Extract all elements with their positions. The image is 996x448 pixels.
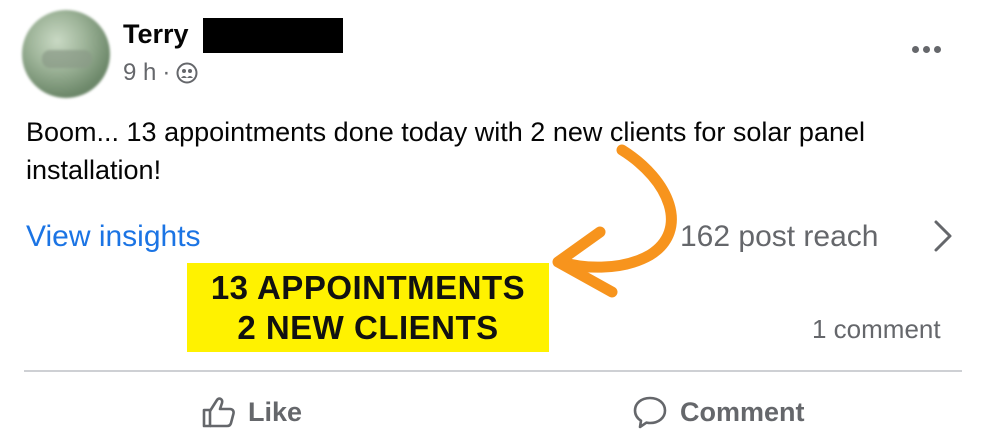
highlight-line-clients: 2 NEW CLIENTS [237, 308, 499, 346]
more-options-icon[interactable] [906, 34, 946, 64]
friends-icon[interactable] [176, 62, 198, 84]
redacted-surname [203, 18, 343, 53]
comment-label: Comment [680, 396, 805, 427]
chevron-right-icon[interactable] [928, 216, 958, 256]
author-name[interactable]: Terry [123, 17, 189, 51]
like-button[interactable]: Like [200, 388, 302, 436]
highlight-line-appointments: 13 APPOINTMENTS [210, 268, 526, 306]
comment-count[interactable]: 1 comment [812, 312, 941, 346]
post-meta: 9 h · [123, 58, 198, 88]
comment-button[interactable]: Comment [632, 388, 805, 436]
highlight-box: 13 APPOINTMENTS 2 NEW CLIENTS [187, 263, 549, 352]
view-insights-link[interactable]: View insights [26, 218, 201, 256]
author-avatar[interactable] [22, 10, 110, 98]
post-time[interactable]: 9 h [123, 58, 156, 88]
orange-arrow-annotation [552, 144, 677, 298]
post-reach[interactable]: 162 post reach [680, 218, 878, 256]
post-text: Boom... 13 appointments done today with … [26, 117, 865, 185]
like-label: Like [248, 396, 303, 427]
meta-separator: · [162, 59, 171, 86]
comment-bubble-icon [633, 396, 667, 429]
action-divider [24, 370, 962, 372]
thumbs-up-icon [202, 397, 235, 428]
